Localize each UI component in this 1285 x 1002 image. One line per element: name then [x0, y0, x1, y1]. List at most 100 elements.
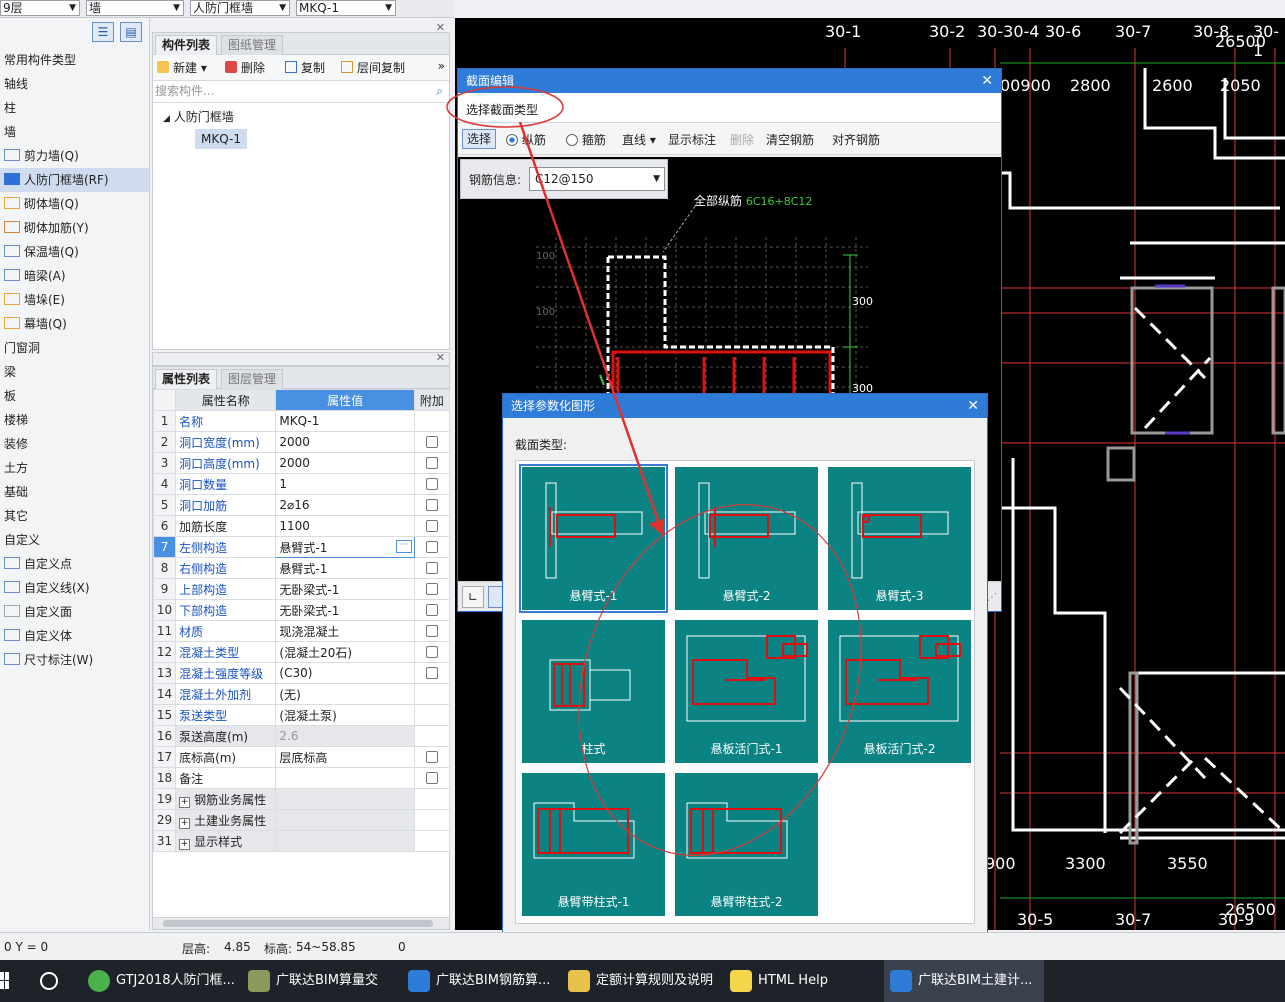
- additional-checkbox[interactable]: [425, 541, 438, 553]
- sidebar-item-24[interactable]: 自定义体: [0, 624, 149, 648]
- additional-checkbox[interactable]: [425, 751, 438, 763]
- additional-checkbox[interactable]: [425, 646, 438, 658]
- additional-checkbox[interactable]: [425, 604, 438, 616]
- property-value[interactable]: 无卧梁式-1: [275, 599, 415, 621]
- property-value[interactable]: MKQ-1: [275, 410, 415, 432]
- sidebar-item-7[interactable]: 砌体加筋(Y): [0, 216, 149, 240]
- align-rebar-button[interactable]: 对齐钢筋: [832, 131, 880, 148]
- table-row[interactable]: 18 备注: [152, 767, 451, 789]
- cortana-icon[interactable]: [40, 972, 58, 990]
- sidebar-item-2[interactable]: 柱: [0, 96, 149, 120]
- sidebar-item-6[interactable]: 砌体墙(Q): [0, 192, 149, 216]
- additional-checkbox[interactable]: [425, 520, 438, 532]
- sidebar-item-22[interactable]: 自定义线(X): [0, 576, 149, 600]
- property-value[interactable]: 2000: [275, 431, 415, 453]
- table-row[interactable]: 31 + 显示样式: [152, 830, 451, 852]
- property-value[interactable]: [275, 830, 415, 852]
- table-row[interactable]: 6 加筋长度 1100: [152, 515, 451, 537]
- sidebar-item-8[interactable]: 保温墙(Q): [0, 240, 149, 264]
- sidebar-item-14[interactable]: 板: [0, 384, 149, 408]
- select-section-type-link[interactable]: 选择截面类型: [466, 101, 538, 118]
- property-value[interactable]: [275, 767, 415, 789]
- expand-icon[interactable]: +: [179, 796, 191, 808]
- shape-tile[interactable]: 悬板活门式-1: [675, 620, 818, 763]
- panel-splitter[interactable]: ✕: [152, 351, 450, 366]
- table-row[interactable]: 12 混凝土类型 (混凝土20石): [152, 641, 451, 663]
- component-select[interactable]: MKQ-1 ▼: [296, 0, 396, 16]
- line-dropdown[interactable]: 直线 ▾: [622, 131, 656, 148]
- list-view-icon[interactable]: ☰: [92, 22, 114, 42]
- sidebar-item-4[interactable]: 剪力墙(Q): [0, 144, 149, 168]
- additional-checkbox[interactable]: [425, 625, 438, 637]
- horizontal-scrollbar[interactable]: [153, 917, 449, 929]
- sidebar-item-9[interactable]: 暗梁(A): [0, 264, 149, 288]
- tree-root[interactable]: ◢ 人防门框墙: [163, 107, 449, 129]
- longitudinal-radio[interactable]: 纵筋: [506, 131, 546, 148]
- new-button[interactable]: 新建 ▾: [157, 59, 207, 76]
- search-input[interactable]: 搜索构件...: [155, 84, 214, 98]
- table-row[interactable]: 9 上部构造 无卧梁式-1: [152, 578, 451, 600]
- sidebar-item-25[interactable]: 尺寸标注(W): [0, 648, 149, 672]
- copy-button[interactable]: 复制: [285, 59, 325, 76]
- tree-view-icon[interactable]: ▤: [120, 22, 142, 42]
- sidebar-item-17[interactable]: 土方: [0, 456, 149, 480]
- delete-button[interactable]: 删除: [225, 59, 265, 76]
- table-row[interactable]: 7 左侧构造 悬臂式-1 ···: [152, 536, 451, 558]
- windows-start-icon[interactable]: [0, 972, 10, 990]
- property-value[interactable]: 悬臂式-1: [275, 557, 415, 579]
- resize-grip-icon[interactable]: ⋰: [987, 592, 997, 603]
- table-row[interactable]: 5 洞口加筋 2⌀16: [152, 494, 451, 516]
- property-value[interactable]: (混凝土泵): [275, 704, 415, 726]
- sidebar-item-16[interactable]: 装修: [0, 432, 149, 456]
- property-value[interactable]: 1100: [275, 515, 415, 537]
- sidebar-item-18[interactable]: 基础: [0, 480, 149, 504]
- additional-checkbox[interactable]: [425, 562, 438, 574]
- property-value[interactable]: 1: [275, 473, 415, 495]
- sidebar-item-21[interactable]: 自定义点: [0, 552, 149, 576]
- property-value[interactable]: 无卧梁式-1: [275, 578, 415, 600]
- task-html-help[interactable]: HTML Help: [724, 960, 874, 1002]
- tree-item-mkq-1[interactable]: MKQ-1: [195, 129, 247, 149]
- clear-rebar-button[interactable]: 清空钢筋: [766, 131, 814, 148]
- additional-checkbox[interactable]: [425, 436, 438, 448]
- table-row[interactable]: 14 混凝土外加剂 (无): [152, 683, 451, 705]
- table-row[interactable]: 10 下部构造 无卧梁式-1: [152, 599, 451, 621]
- additional-checkbox[interactable]: [425, 667, 438, 679]
- tab-drawing-management[interactable]: 图纸管理: [221, 35, 284, 55]
- property-value[interactable]: (无): [275, 683, 415, 705]
- sidebar-item-0[interactable]: 常用构件类型: [0, 48, 149, 72]
- shape-tile[interactable]: 柱式: [522, 620, 665, 763]
- property-value[interactable]: 2⌀16: [275, 494, 415, 516]
- sidebar-item-23[interactable]: 自定义面: [0, 600, 149, 624]
- property-value[interactable]: 现浇混凝土: [275, 620, 415, 642]
- tab-layer-management[interactable]: 图层管理: [221, 369, 284, 389]
- table-row[interactable]: 8 右侧构造 悬臂式-1: [152, 557, 451, 579]
- table-row[interactable]: 2 洞口宽度(mm) 2000: [152, 431, 451, 453]
- shape-tile[interactable]: 悬臂式-1: [519, 464, 668, 613]
- sidebar-item-15[interactable]: 楼梯: [0, 408, 149, 432]
- sidebar-item-11[interactable]: 幕墙(Q): [0, 312, 149, 336]
- close-icon[interactable]: ✕: [436, 351, 445, 364]
- subcategory-select[interactable]: 人防门框墙 ▼: [190, 0, 290, 16]
- floor-copy-button[interactable]: 层间复制: [341, 59, 405, 76]
- table-row[interactable]: 15 泵送类型 (混凝土泵): [152, 704, 451, 726]
- show-label-button[interactable]: 显示标注: [668, 131, 716, 148]
- shape-tile[interactable]: 悬臂式-2: [675, 467, 818, 610]
- property-value[interactable]: (C30): [275, 662, 415, 684]
- sidebar-item-19[interactable]: 其它: [0, 504, 149, 528]
- angle-icon[interactable]: ∟: [462, 586, 484, 608]
- table-row[interactable]: 13 混凝土强度等级 (C30): [152, 662, 451, 684]
- property-value[interactable]: [275, 788, 415, 810]
- task-bim-rebar[interactable]: 广联达BIM钢筋算...: [402, 960, 557, 1002]
- category-select[interactable]: 墙 ▼: [86, 0, 184, 16]
- more-options-icon[interactable]: ···: [395, 540, 412, 553]
- tab-property-list[interactable]: 属性列表: [155, 369, 218, 389]
- additional-checkbox[interactable]: [425, 457, 438, 469]
- table-row[interactable]: 29 + 土建业务属性: [152, 809, 451, 831]
- property-value[interactable]: 层底标高: [275, 746, 415, 768]
- table-row[interactable]: 17 底标高(m) 层底标高: [152, 746, 451, 768]
- sidebar-item-13[interactable]: 梁: [0, 360, 149, 384]
- task-bim-quantity[interactable]: 广联达BIM算量交: [242, 960, 392, 1002]
- shape-tile[interactable]: 悬臂式-3: [828, 467, 971, 610]
- close-icon[interactable]: ✕: [436, 21, 445, 34]
